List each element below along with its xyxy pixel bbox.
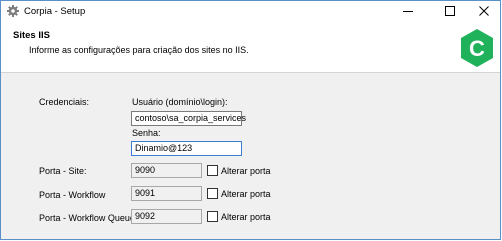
user-input[interactable]: contoso\sa_corpia_services xyxy=(131,111,246,126)
close-button[interactable] xyxy=(467,1,500,22)
alter-port-workflow-label: Alterar porta xyxy=(221,189,271,199)
corpia-logo: C xyxy=(460,28,494,68)
password-label: Senha: xyxy=(132,128,161,138)
alter-port-site-checkbox[interactable] xyxy=(207,165,218,176)
port-workflow-label: Porta - Workflow xyxy=(39,190,106,200)
alter-port-workflow-queue-checkbox[interactable] xyxy=(207,211,218,222)
page-title: Sites IIS xyxy=(13,30,50,41)
minimize-icon xyxy=(403,6,413,18)
alter-port-workflow-checkbox[interactable] xyxy=(207,188,218,199)
setup-window: Corpia - Setup Sites IIS Informe as conf… xyxy=(0,0,501,240)
port-workflow-queue-label: Porta - Workflow Queue: xyxy=(39,213,138,223)
port-workflow-queue-input[interactable]: 9092 xyxy=(131,209,202,224)
password-input[interactable]: Dinamio@123 xyxy=(131,141,242,156)
credentials-label: Credenciais: xyxy=(39,97,90,107)
settings-panel: Credenciais: Usuário (domínio\login): co… xyxy=(1,73,500,239)
title-bar[interactable]: Corpia - Setup xyxy=(1,1,500,22)
setup-gear-icon xyxy=(7,5,19,17)
user-label: Usuário (domínio\login): xyxy=(132,97,228,107)
port-site-label: Porta - Site: xyxy=(39,166,87,176)
port-workflow-input[interactable]: 9091 xyxy=(131,186,202,201)
wizard-header: Sites IIS Informe as configurações para … xyxy=(1,22,500,73)
maximize-button[interactable] xyxy=(433,1,467,22)
alter-port-workflow-queue-label: Alterar porta xyxy=(221,212,271,222)
logo-letter: C xyxy=(469,36,485,61)
page-subtitle: Informe as configurações para criação do… xyxy=(29,45,249,55)
window-title: Corpia - Setup xyxy=(24,6,86,17)
port-site-input[interactable]: 9090 xyxy=(131,163,202,178)
maximize-icon xyxy=(445,5,455,18)
minimize-button[interactable] xyxy=(391,1,425,22)
close-icon xyxy=(479,5,489,18)
alter-port-site-label: Alterar porta xyxy=(221,166,271,176)
